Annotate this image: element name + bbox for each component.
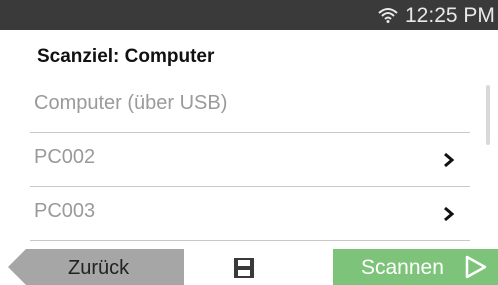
- list-item[interactable]: PC003: [30, 186, 470, 241]
- play-outline-icon: [465, 255, 487, 279]
- chevron-right-icon: [444, 206, 455, 222]
- bottom-bar: Zurück Scannen: [0, 244, 498, 285]
- status-bar: 12:25 PM: [0, 0, 498, 30]
- list-item-label: Computer (über USB): [34, 92, 228, 114]
- list-item-label: PC002: [34, 146, 96, 168]
- scan-button-label: Scannen: [361, 256, 444, 279]
- list-item[interactable]: PC002: [30, 132, 470, 187]
- list-item[interactable]: Computer (über USB): [30, 78, 470, 133]
- chevron-right-icon: [444, 152, 455, 168]
- back-button[interactable]: Zurück: [8, 249, 184, 285]
- save-icon[interactable]: [232, 256, 256, 280]
- scanner-screen: 12:25 PM Scanziel: Computer Computer (üb…: [0, 0, 498, 285]
- back-button-label: Zurück: [68, 257, 130, 279]
- scrollbar[interactable]: [486, 85, 490, 145]
- page-title: Scanziel: Computer: [37, 46, 215, 67]
- clock: 12:25 PM: [405, 4, 495, 27]
- list-item-label: PC003: [34, 200, 96, 222]
- scan-button[interactable]: Scannen: [333, 249, 498, 285]
- wifi-icon: [378, 8, 398, 23]
